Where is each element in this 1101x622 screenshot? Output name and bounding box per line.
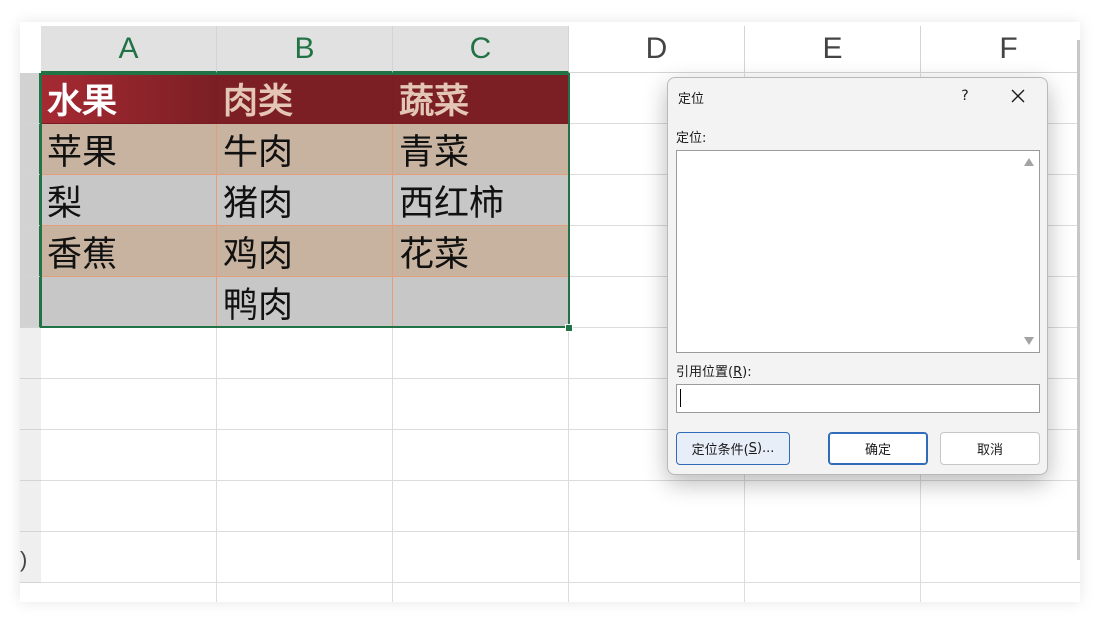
column-header-d[interactable]: D: [569, 26, 745, 73]
special-button[interactable]: 定位条件(S)...: [676, 432, 790, 465]
table-cell[interactable]: 西红柿: [393, 175, 569, 226]
goto-listbox[interactable]: [676, 150, 1040, 353]
vertical-scrollbar[interactable]: [1077, 40, 1080, 560]
reference-label-accesskey: R: [733, 365, 743, 380]
table-cell[interactable]: 牛肉: [217, 124, 393, 175]
table-cell[interactable]: 青菜: [393, 124, 569, 175]
table-header-cell[interactable]: 肉类: [217, 73, 393, 124]
table-cell[interactable]: 鸭肉: [217, 277, 393, 328]
gridline-horizontal: [41, 531, 1080, 532]
help-button[interactable]: ?: [953, 84, 977, 108]
table-cell[interactable]: [41, 277, 217, 328]
table-cell[interactable]: [393, 277, 569, 328]
row-number-partial: ): [20, 547, 28, 572]
close-button[interactable]: [1005, 83, 1031, 109]
text-caret: [680, 389, 681, 407]
table-cell[interactable]: 梨: [41, 175, 217, 226]
column-header-f[interactable]: F: [921, 26, 1080, 73]
fill-handle[interactable]: [565, 324, 573, 332]
column-header-a[interactable]: A: [41, 26, 217, 73]
reference-input[interactable]: [676, 384, 1040, 413]
table-cell[interactable]: 苹果: [41, 124, 217, 175]
reference-label-prefix: 引用位置(: [676, 365, 734, 380]
column-header-c[interactable]: C: [393, 26, 569, 73]
row-header[interactable]: [20, 379, 41, 430]
table-header-cell[interactable]: 水果: [41, 73, 217, 124]
special-label-accesskey: S: [748, 441, 757, 456]
row-header[interactable]: [20, 124, 41, 175]
row-header[interactable]: [20, 481, 41, 532]
row-header[interactable]: [20, 328, 41, 379]
special-label-suffix: )...: [756, 441, 775, 456]
scroll-down-icon[interactable]: [1024, 337, 1034, 345]
column-header-e[interactable]: E: [745, 26, 921, 73]
cancel-button[interactable]: 取消: [940, 432, 1040, 465]
special-label-prefix: 定位条件(: [691, 443, 749, 458]
scroll-up-icon[interactable]: [1024, 158, 1034, 166]
column-header-b[interactable]: B: [217, 26, 393, 73]
goto-label: 定位:: [676, 131, 707, 146]
table-cell[interactable]: 猪肉: [217, 175, 393, 226]
row-header[interactable]: [20, 175, 41, 226]
row-header[interactable]: [20, 430, 41, 481]
table-header-cell[interactable]: 蔬菜: [393, 73, 569, 124]
row-header[interactable]: [20, 277, 41, 328]
reference-label-suffix: ):: [742, 365, 752, 380]
table-cell[interactable]: 鸡肉: [217, 226, 393, 277]
ok-button[interactable]: 确定: [828, 432, 928, 465]
gridline-horizontal: [41, 480, 1080, 481]
gridline-horizontal: [41, 582, 1080, 583]
close-icon: [1011, 89, 1025, 103]
table-cell[interactable]: 花菜: [393, 226, 569, 277]
row-header[interactable]: [20, 73, 41, 124]
table-cell[interactable]: 香蕉: [41, 226, 217, 277]
dialog-title: 定位: [678, 92, 705, 107]
reference-label: 引用位置(R):: [676, 361, 752, 380]
row-header[interactable]: [20, 226, 41, 277]
goto-dialog: 定位 ? 定位: 引用位置(R): 定位条件(S)... 确定 取消: [667, 77, 1048, 475]
